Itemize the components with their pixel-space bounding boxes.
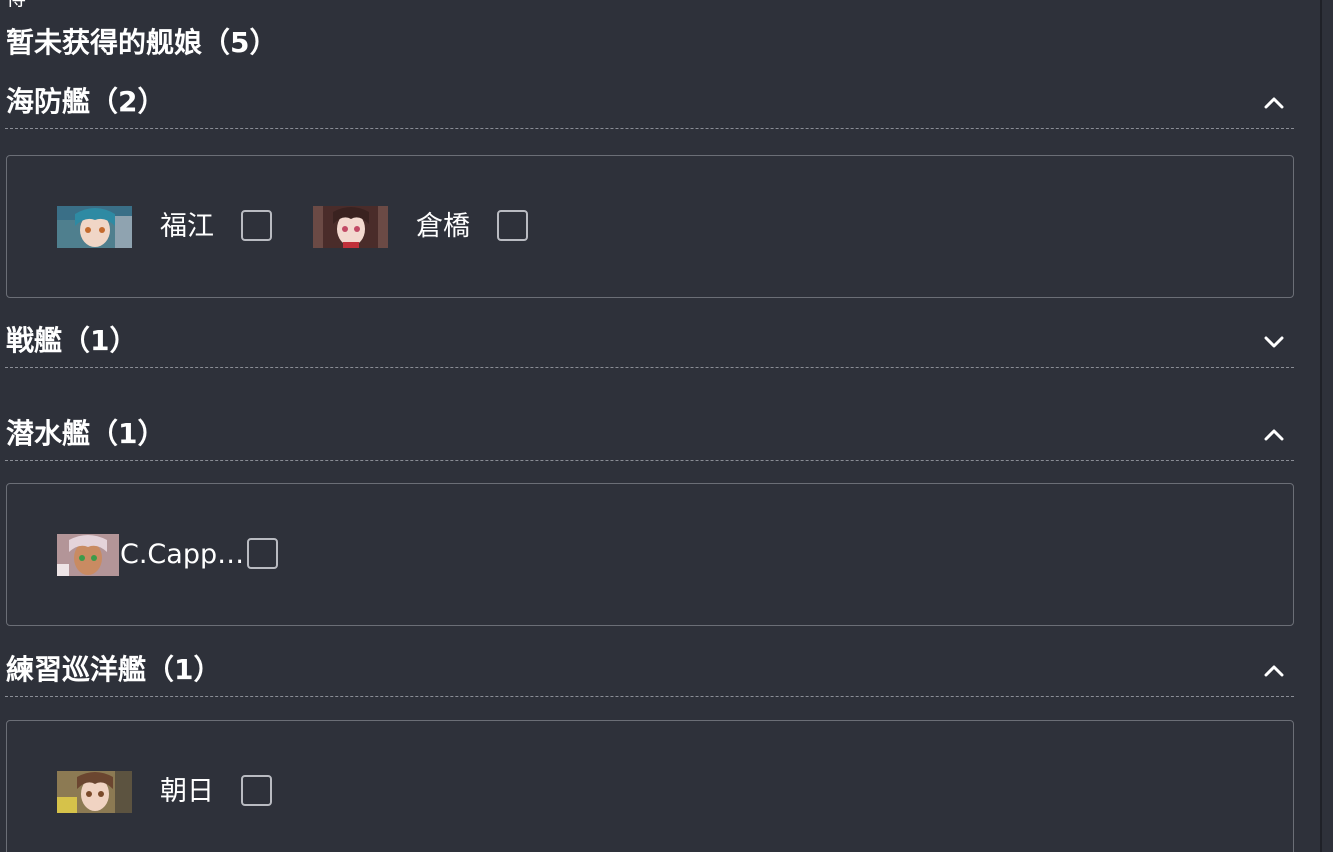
ship-item: 福江 (57, 206, 277, 248)
ship-checkbox[interactable] (247, 538, 278, 569)
chevron-up-icon[interactable] (1262, 423, 1286, 447)
section-title: 潜水艦（1） (6, 417, 166, 450)
ship-item: 倉橋 (313, 206, 533, 248)
section-panel-sensuikan: C.Capp… (6, 483, 1294, 626)
ship-checkbox[interactable] (241, 775, 272, 806)
chevron-up-icon[interactable] (1262, 659, 1286, 683)
ship-name: 福江 (160, 211, 214, 242)
ship-name: C.Capp… (120, 539, 245, 570)
page-title: 暂未获得的舰娘（5） (6, 26, 278, 59)
section-title: 練習巡洋艦（1） (6, 653, 222, 686)
section-panel-renshuu-junyoukan: 朝日 (6, 720, 1294, 852)
ship-checkbox[interactable] (241, 210, 272, 241)
scroll-divider (1320, 0, 1322, 852)
ship-portrait (313, 206, 388, 248)
ship-portrait (57, 771, 132, 813)
ship-checkbox[interactable] (497, 210, 528, 241)
section-panel-kaiboukan: 福江 倉橋 (6, 155, 1294, 298)
ship-name: 倉橋 (416, 211, 470, 242)
section-title: 戦艦（1） (6, 324, 138, 357)
ship-portrait (57, 206, 132, 248)
previous-section-text: 得 (6, 0, 26, 10)
ship-item: 朝日 (57, 771, 277, 813)
section-header-senkan[interactable]: 戦艦（1） (5, 322, 1294, 368)
section-header-renshuu-junyoukan[interactable]: 練習巡洋艦（1） (5, 651, 1294, 697)
section-header-sensuikan[interactable]: 潜水艦（1） (5, 415, 1294, 461)
chevron-up-icon[interactable] (1262, 91, 1286, 115)
section-header-kaiboukan[interactable]: 海防艦（2） (5, 83, 1294, 129)
section-title: 海防艦（2） (6, 85, 166, 118)
page-root: 得 暂未获得的舰娘（5） 海防艦（2） (0, 0, 1333, 852)
chevron-down-icon[interactable] (1262, 330, 1286, 354)
ship-portrait (57, 534, 119, 576)
ship-name: 朝日 (160, 776, 214, 807)
ship-item: C.Capp… (57, 534, 278, 576)
